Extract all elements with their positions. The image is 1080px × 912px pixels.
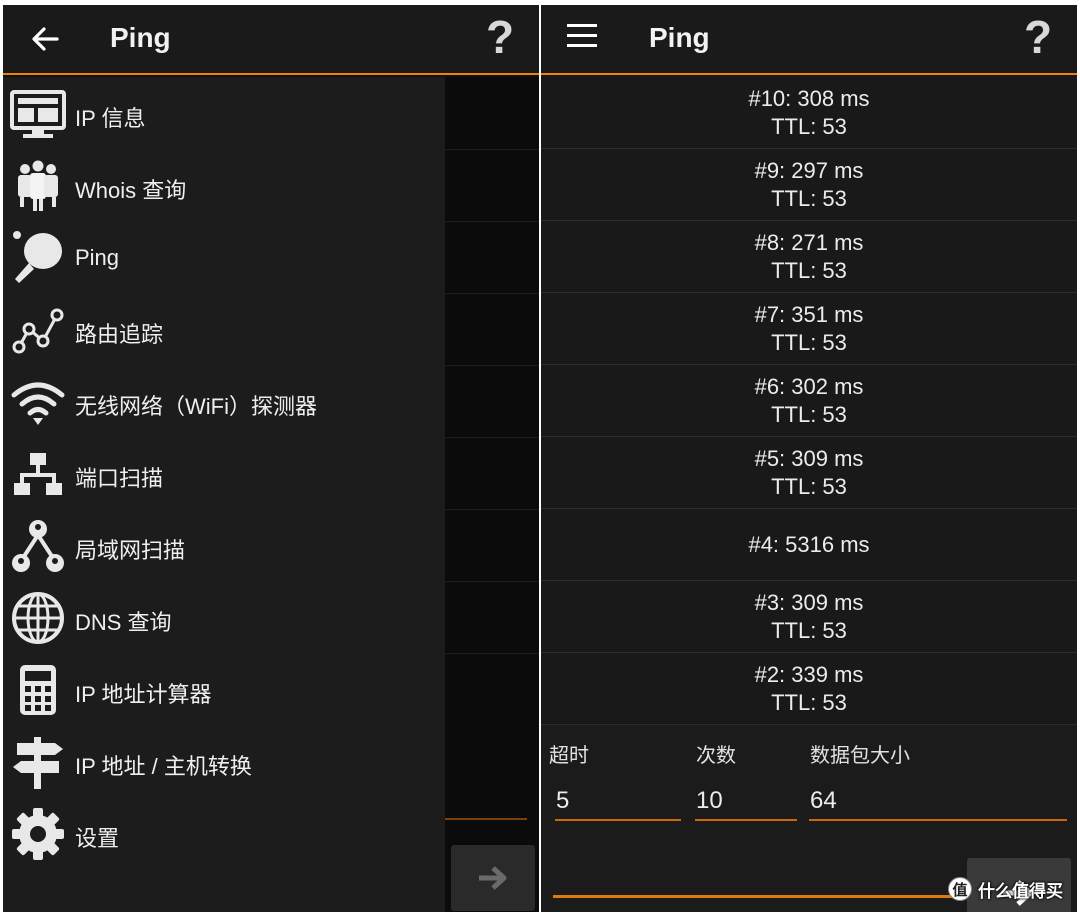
dimmed-input-underline (445, 818, 527, 820)
drawer-item-ip-calculator[interactable]: IP 地址计算器 (3, 653, 445, 725)
divider (445, 293, 539, 294)
drawer-item-label: 路由追踪 (75, 322, 164, 347)
route-icon (12, 308, 64, 354)
drawer-item-label: IP 信息 (75, 106, 146, 131)
ping-result-row: #9: 297 ms TTL: 53 (541, 149, 1077, 221)
drawer-item-lan-scan[interactable]: 局域网扫描 (3, 509, 445, 581)
dimmed-content-behind-drawer (445, 77, 539, 912)
divider (445, 365, 539, 366)
drawer-item-ip-info[interactable]: IP 信息 (3, 77, 445, 149)
packet-size-label: 数据包大小 (810, 745, 910, 767)
right-screen: Ping ? #10: 308 ms TTL: 53 #9: 297 ms TT… (541, 5, 1077, 912)
ping-result-ttl: TTL: 53 (771, 473, 847, 499)
hamburger-menu-icon[interactable] (567, 23, 597, 49)
ping-result-ttl: TTL: 53 (771, 185, 847, 211)
lan-icon (12, 520, 64, 572)
right-app-bar: Ping ? (541, 5, 1077, 75)
right-appbar-accent-line (541, 73, 1077, 75)
watermark-logo: 值 (948, 877, 972, 901)
ping-result-time: #9: 297 ms (754, 157, 864, 183)
dimmed-go-button (451, 845, 535, 911)
screenshot-frame: Ping ? IP 信息 Whois 查询 Ping 路由追踪 无线网络（WiF… (0, 0, 1080, 912)
ping-result-time: #3: 309 ms (754, 589, 864, 615)
drawer-item-traceroute[interactable]: 路由追踪 (3, 293, 445, 365)
drawer-item-port-scan[interactable]: 端口扫描 (3, 437, 445, 509)
drawer-item-dns[interactable]: DNS 查询 (3, 581, 445, 653)
drawer-item-wifi-scanner[interactable]: 无线网络（WiFi）探测器 (3, 365, 445, 437)
ping-result-row: #2: 339 ms TTL: 53 (541, 653, 1077, 725)
ping-results-list: #10: 308 ms TTL: 53 #9: 297 ms TTL: 53 #… (541, 77, 1077, 725)
divider (445, 509, 539, 510)
drawer-item-label: Ping (75, 245, 120, 270)
signpost-icon (13, 737, 63, 789)
ping-result-ttl: TTL: 53 (771, 689, 847, 715)
drawer-item-label: 无线网络（WiFi）探测器 (75, 394, 317, 419)
ping-result-row: #5: 309 ms TTL: 53 (541, 437, 1077, 509)
ping-result-time: #4: 5316 ms (748, 531, 870, 557)
ping-result-row: #8: 271 ms TTL: 53 (541, 221, 1077, 293)
calculator-icon (20, 665, 56, 715)
drawer-item-ip-host-convert[interactable]: IP 地址 / 主机转换 (3, 725, 445, 797)
drawer-item-label: 设置 (75, 826, 120, 851)
watermark-text: 什么值得买 (978, 881, 1063, 901)
ping-result-row: #10: 308 ms TTL: 53 (541, 77, 1077, 149)
navigation-drawer: IP 信息 Whois 查询 Ping 路由追踪 无线网络（WiFi）探测器 端… (3, 77, 445, 912)
packet-size-field[interactable]: 64 (810, 787, 837, 815)
divider (445, 149, 539, 150)
arrow-left-icon[interactable] (25, 19, 65, 59)
ping-result-time: #6: 302 ms (754, 373, 864, 399)
drawer-item-label: 端口扫描 (75, 466, 164, 491)
drawer-item-label: 局域网扫描 (75, 538, 186, 563)
count-field[interactable]: 10 (696, 787, 723, 815)
ping-result-ttl: TTL: 53 (771, 113, 847, 139)
left-page-title: Ping (110, 22, 171, 53)
ping-result-time: #2: 339 ms (754, 661, 864, 687)
ping-result-row: #4: 5316 ms (541, 509, 1077, 581)
timeout-field[interactable]: 5 (556, 787, 569, 815)
drawer-item-label: IP 地址计算器 (75, 682, 212, 707)
left-appbar-accent-line (3, 73, 539, 75)
ping-result-ttl: TTL: 53 (771, 329, 847, 355)
host-input[interactable] (553, 895, 967, 898)
ping-result-time: #8: 271 ms (754, 229, 864, 255)
divider (445, 653, 539, 654)
left-app-bar: Ping ? (3, 5, 539, 75)
divider (445, 437, 539, 438)
count-underline (695, 819, 797, 821)
ping-result-row: #6: 302 ms TTL: 53 (541, 365, 1077, 437)
drawer-item-settings[interactable]: 设置 (3, 797, 445, 869)
left-help-icon[interactable]: ? (483, 13, 517, 61)
ping-result-ttl: TTL: 53 (771, 401, 847, 427)
left-screen: Ping ? IP 信息 Whois 查询 Ping 路由追踪 无线网络（WiF… (3, 5, 539, 912)
wifi-icon (11, 382, 65, 425)
count-label: 次数 (696, 745, 736, 767)
drawer-item-whois[interactable]: Whois 查询 (3, 149, 445, 221)
timeout-label: 超时 (549, 745, 589, 767)
packet-size-underline (809, 819, 1067, 821)
ping-result-row: #7: 351 ms TTL: 53 (541, 293, 1077, 365)
ping-result-row: #3: 309 ms TTL: 53 (541, 581, 1077, 653)
drawer-item-label: IP 地址 / 主机转换 (75, 754, 252, 779)
ping-result-ttl: TTL: 53 (771, 617, 847, 643)
right-help-icon[interactable]: ? (1021, 13, 1055, 61)
drawer-item-label: Whois 查询 (75, 178, 187, 203)
gear-icon (12, 808, 64, 860)
port-scan-icon (14, 453, 62, 495)
ping-pong-icon (13, 231, 62, 283)
ping-result-time: #10: 308 ms (748, 85, 870, 111)
divider (445, 581, 539, 582)
drawer-item-label: DNS 查询 (75, 610, 172, 635)
arrow-right-icon (479, 866, 507, 890)
people-icon (18, 160, 58, 211)
right-page-title: Ping (649, 22, 710, 53)
ping-result-time: #7: 351 ms (754, 301, 864, 327)
globe-icon (12, 592, 64, 644)
ping-result-time: #5: 309 ms (754, 445, 864, 471)
timeout-underline (555, 819, 681, 821)
divider (445, 221, 539, 222)
drawer-item-ping[interactable]: Ping (3, 221, 445, 293)
site-watermark: 值 什么值得买 (948, 872, 1063, 906)
monitor-icon (10, 90, 66, 138)
ping-result-ttl: TTL: 53 (771, 257, 847, 283)
